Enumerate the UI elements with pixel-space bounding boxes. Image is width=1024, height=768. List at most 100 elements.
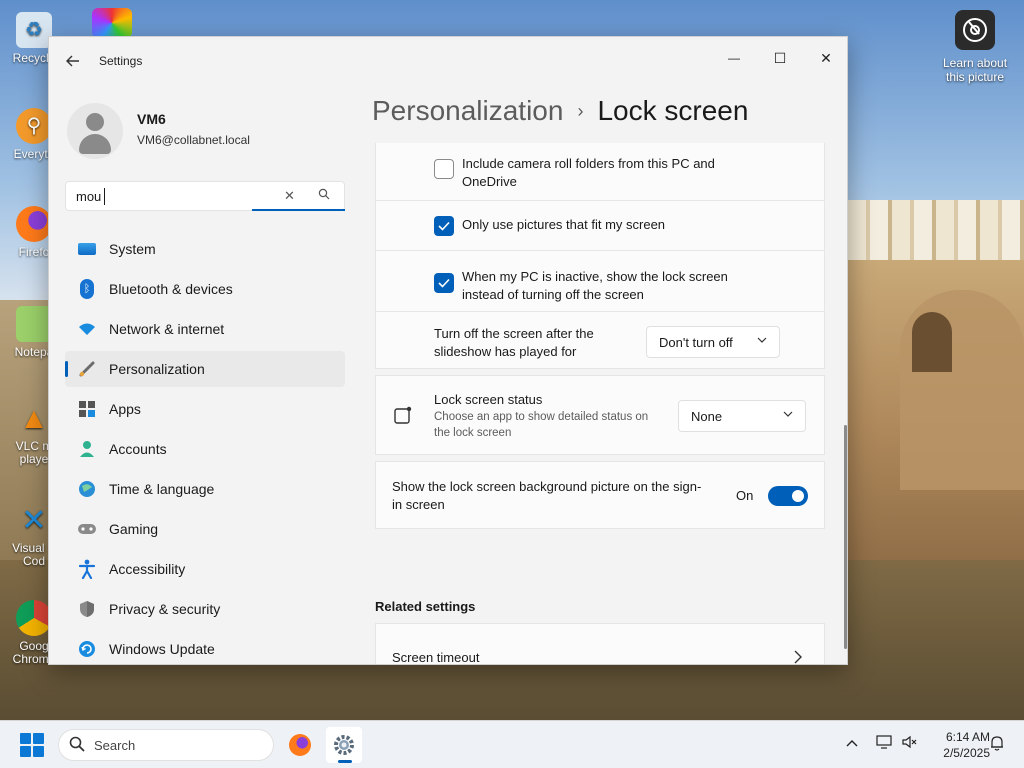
turn-off-dropdown[interactable]: Don't turn off bbox=[646, 326, 780, 358]
time-language-icon bbox=[77, 479, 97, 499]
settings-window: Settings — ☐ ✕ VM6 VM6@collabnet.local m… bbox=[48, 36, 848, 665]
windows-logo-pane bbox=[33, 746, 44, 757]
taskbar: Search 6:14 AM 2/5/2025 bbox=[0, 720, 1024, 768]
sidebar-item-label: Bluetooth & devices bbox=[109, 281, 233, 297]
page-title: Lock screen bbox=[597, 95, 749, 126]
clock-time: 6:14 AM bbox=[945, 730, 990, 744]
windows-logo-pane bbox=[20, 733, 31, 744]
checkmark-icon bbox=[438, 221, 450, 231]
everything-search-icon: ⚲ bbox=[16, 108, 52, 144]
sidebar-item-label: Accounts bbox=[109, 441, 167, 457]
sidebar-item-apps[interactable]: Apps bbox=[65, 391, 345, 427]
chevron-down-icon bbox=[783, 409, 793, 420]
accounts-icon bbox=[77, 439, 97, 459]
sidebar-item-time-language[interactable]: Time & language bbox=[65, 471, 345, 507]
chrome-icon bbox=[16, 600, 52, 636]
vlc-icon: ▲ bbox=[19, 401, 49, 435]
inactive-lock-checkbox[interactable] bbox=[434, 273, 454, 293]
toggle-knob bbox=[792, 490, 804, 502]
learn-about-picture[interactable]: Learn about this picture bbox=[940, 10, 1010, 84]
camera-roll-label: Include camera roll folders from this PC… bbox=[462, 156, 715, 189]
sidebar-item-bluetooth[interactable]: ᛒ Bluetooth & devices bbox=[65, 271, 345, 307]
sidebar-item-network[interactable]: Network & internet bbox=[65, 311, 345, 347]
turn-off-dropdown-value: Don't turn off bbox=[659, 334, 733, 350]
fit-screen-checkbox[interactable] bbox=[434, 216, 454, 236]
signin-background-card: Show the lock screen background picture … bbox=[375, 461, 825, 529]
taskbar-firefox[interactable] bbox=[282, 727, 318, 763]
search-focus-underline bbox=[252, 209, 345, 211]
sidebar-item-privacy-security[interactable]: Privacy & security bbox=[65, 591, 345, 627]
desktop-icon-shortcut[interactable] bbox=[92, 8, 132, 38]
screen-timeout-link[interactable]: Screen timeout bbox=[375, 623, 825, 665]
chevron-down-icon bbox=[757, 335, 767, 346]
windows-logo-pane bbox=[33, 733, 44, 744]
sidebar-item-label: System bbox=[109, 241, 156, 257]
back-arrow-icon[interactable] bbox=[63, 51, 83, 71]
sidebar-item-accounts[interactable]: Accounts bbox=[65, 431, 345, 467]
sidebar-item-personalization[interactable]: Personalization bbox=[65, 351, 345, 387]
sidebar-item-system[interactable]: System bbox=[65, 231, 345, 267]
avatar-head bbox=[86, 113, 104, 131]
camera-roll-checkbox[interactable] bbox=[434, 159, 454, 179]
breadcrumb-parent[interactable]: Personalization bbox=[372, 95, 563, 126]
user-email: VM6@collabnet.local bbox=[137, 133, 250, 147]
start-button[interactable] bbox=[20, 733, 44, 757]
search-icon[interactable] bbox=[318, 188, 330, 203]
turn-off-label: Turn off the screen after the slideshow … bbox=[434, 326, 594, 359]
system-icon bbox=[77, 239, 97, 259]
checkmark-icon bbox=[438, 278, 450, 288]
shield-icon bbox=[77, 599, 97, 619]
firefox-icon bbox=[289, 734, 311, 756]
notepad-icon bbox=[16, 306, 52, 342]
network-icon bbox=[77, 319, 97, 339]
fit-screen-label: Only use pictures that fit my screen bbox=[462, 217, 666, 232]
maximize-button[interactable]: ☐ bbox=[757, 43, 803, 73]
lock-status-description: Choose an app to show detailed status on… bbox=[434, 411, 649, 439]
lock-status-dropdown[interactable]: None bbox=[678, 400, 806, 432]
notification-bell-icon[interactable] bbox=[990, 735, 1004, 754]
taskbar-settings[interactable] bbox=[326, 727, 362, 763]
title-bar: Settings — ☐ ✕ bbox=[49, 37, 847, 85]
settings-content: Include camera roll folders from this PC… bbox=[375, 143, 825, 665]
sidebar-item-windows-update[interactable]: Windows Update bbox=[65, 631, 345, 664]
sidebar-item-accessibility[interactable]: Accessibility bbox=[65, 551, 345, 587]
app-title: Settings bbox=[99, 54, 143, 68]
show-hidden-icons-chevron[interactable] bbox=[846, 735, 858, 750]
minimize-button[interactable]: — bbox=[711, 43, 757, 73]
volume-muted-icon[interactable] bbox=[902, 735, 918, 752]
network-tray-icon[interactable] bbox=[876, 735, 892, 752]
screen-timeout-label: Screen timeout bbox=[392, 650, 480, 665]
content-scrollbar[interactable] bbox=[844, 425, 847, 649]
sidebar-item-label: Privacy & security bbox=[109, 601, 221, 617]
clear-search-icon[interactable]: ✕ bbox=[284, 188, 295, 204]
signin-background-toggle[interactable] bbox=[768, 486, 808, 506]
sidebar-item-label: Accessibility bbox=[109, 561, 186, 577]
settings-search-input[interactable]: mou ✕ bbox=[65, 181, 345, 211]
taskbar-search-placeholder: Search bbox=[94, 738, 136, 753]
sidebar-item-label: Personalization bbox=[109, 361, 205, 377]
sidebar-item-label: Time & language bbox=[109, 481, 215, 497]
avatar bbox=[67, 103, 123, 159]
close-button[interactable]: ✕ bbox=[803, 43, 847, 73]
desktop-bridge-arch bbox=[912, 312, 952, 372]
breadcrumb-separator: › bbox=[577, 101, 584, 121]
sidebar-item-label: Windows Update bbox=[109, 641, 215, 657]
sidebar-nav: System ᛒ Bluetooth & devices Network & i… bbox=[65, 231, 345, 664]
taskbar-clock[interactable]: 6:14 AM 2/5/2025 bbox=[920, 729, 990, 761]
gaming-icon bbox=[77, 519, 97, 539]
row-divider bbox=[376, 200, 825, 201]
user-profile[interactable]: VM6 VM6@collabnet.local bbox=[67, 103, 367, 163]
row-divider bbox=[376, 250, 825, 251]
sidebar-item-gaming[interactable]: Gaming bbox=[65, 511, 345, 547]
sidebar-item-label: Gaming bbox=[109, 521, 159, 537]
clock-date: 2/5/2025 bbox=[943, 746, 990, 760]
sidebar-item-label: Apps bbox=[109, 401, 141, 417]
lock-status-icon bbox=[394, 406, 412, 424]
avatar-body bbox=[79, 134, 111, 154]
bluetooth-icon: ᛒ bbox=[77, 279, 97, 299]
lock-status-title: Lock screen status bbox=[434, 392, 543, 407]
taskbar-search[interactable]: Search bbox=[58, 729, 274, 761]
breadcrumb: Personalization › Lock screen bbox=[372, 95, 748, 127]
accessibility-icon bbox=[77, 559, 97, 579]
lock-screen-status-card: Lock screen status Choose an app to show… bbox=[375, 375, 825, 455]
